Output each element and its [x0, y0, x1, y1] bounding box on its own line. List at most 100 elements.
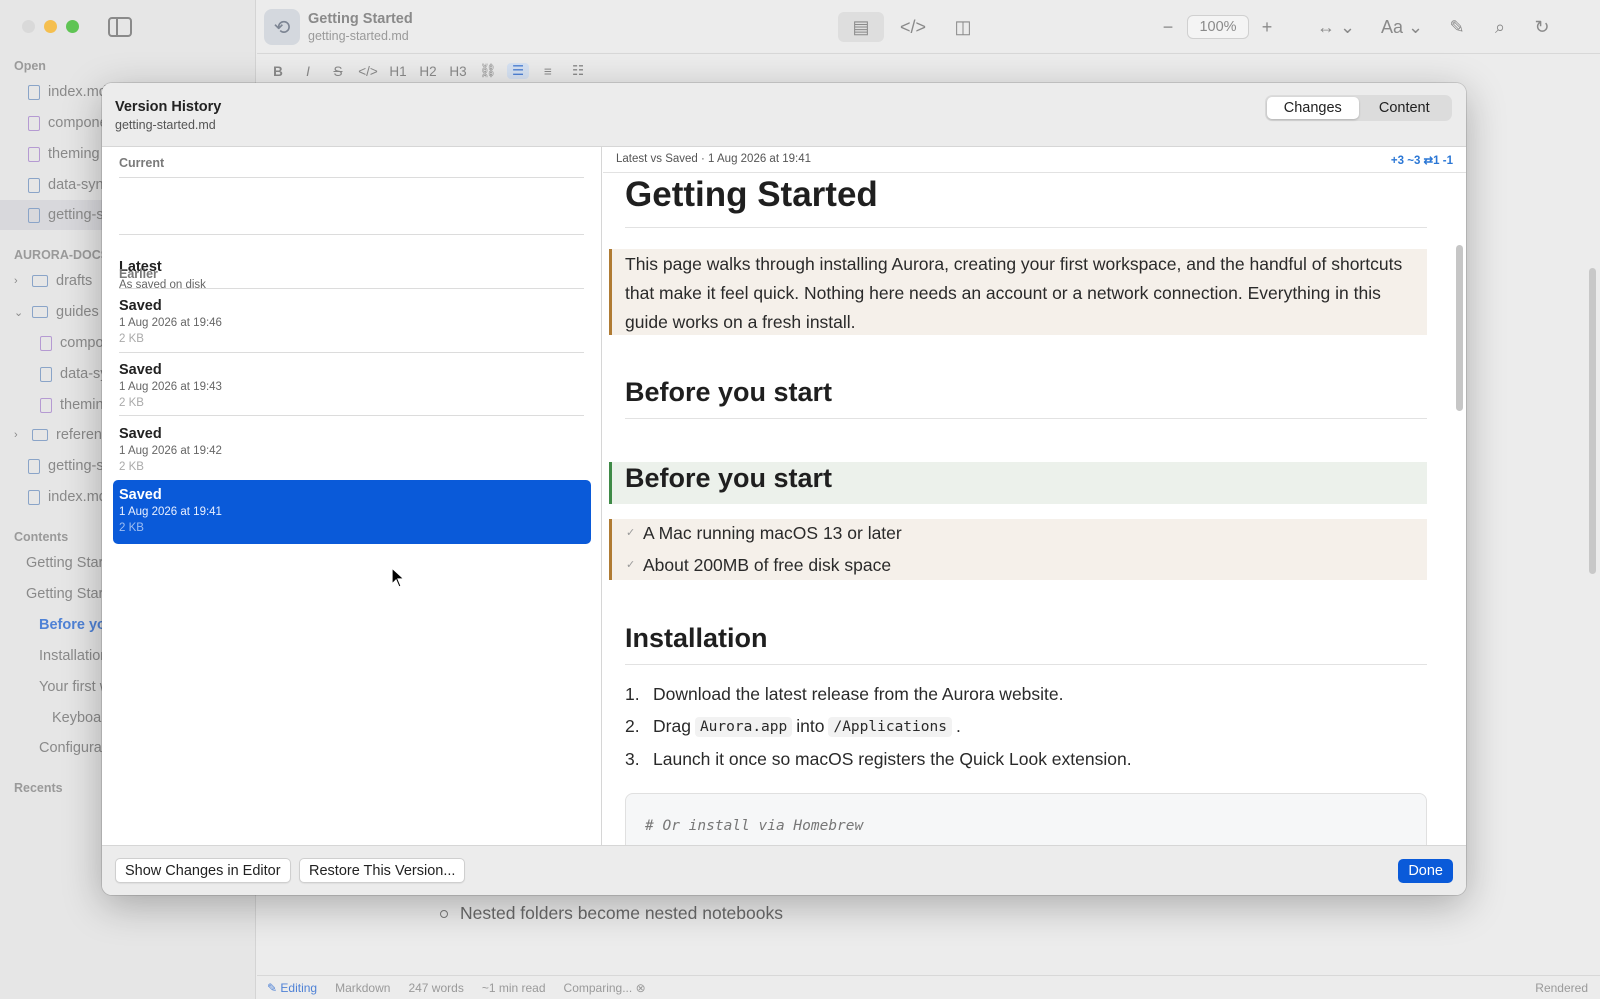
close-circle-icon[interactable]: ⊗ [636, 981, 646, 995]
version-title: Saved [119, 362, 162, 378]
divider [603, 172, 1466, 173]
tab-changes[interactable]: Changes [1267, 97, 1359, 119]
version-item[interactable]: Saved 1 Aug 2026 at 19:46 2 KB [113, 291, 591, 355]
version-title: Saved [119, 426, 162, 442]
heading-h2-removed: Before you start [625, 377, 833, 407]
tree-file-item[interactable]: theming [40, 390, 112, 420]
version-history-sheet: Version History getting-started.md Chang… [102, 83, 1466, 895]
heading-h2: Installation [625, 623, 768, 653]
format-bar: B I S </> H1 H2 H3 ⛓ ☰ ≡ ☷ [257, 56, 1600, 86]
open-file-item[interactable]: theming [28, 139, 100, 169]
refresh-icon[interactable]: ↻ [1530, 12, 1554, 42]
tree-file-item[interactable]: index.md [28, 482, 107, 512]
task-text: About 200MB of free disk space [643, 555, 892, 575]
font-menu-label: Aa [1380, 16, 1403, 37]
diff-comparison-label: Latest vs Saved · 1 Aug 2026 at 19:41 [616, 153, 812, 165]
document-title: Getting Started [308, 11, 413, 27]
folder-item[interactable]: ⌄ guides [14, 297, 99, 327]
contents-label: Contents [14, 530, 69, 544]
toc-item[interactable]: Installation [39, 648, 108, 664]
version-size: 2 KB [119, 461, 144, 473]
strikethrough-button[interactable]: S [327, 64, 349, 79]
sheet-title: Version History [115, 99, 222, 115]
restore-version-button[interactable]: Restore This Version... [299, 858, 466, 883]
code-comment: # Or install via Homebrew [645, 818, 864, 834]
version-title: Saved [119, 487, 162, 503]
split-view-icon[interactable]: ◫ [948, 12, 978, 42]
component-icon [28, 115, 40, 131]
zoom-in-icon[interactable]: + [1257, 12, 1277, 42]
task-item: ✓ About 200MB of free disk space [626, 555, 891, 576]
history-icon[interactable]: ⟲ [264, 9, 300, 45]
bullet-list-icon[interactable]: ☰ [507, 63, 529, 79]
component-icon [28, 146, 40, 162]
comparing-label: Comparing... [563, 980, 633, 995]
version-item[interactable]: Saved 1 Aug 2026 at 19:43 2 KB [113, 355, 591, 419]
open-file-item[interactable]: index.md [28, 77, 107, 107]
edit-icon[interactable]: ✎ [1444, 12, 1470, 42]
file-name: index.md [48, 84, 107, 100]
open-file-item[interactable]: data-sync [28, 170, 111, 200]
editor-scrollbar[interactable] [1589, 268, 1596, 574]
link-icon[interactable]: ⛓ [477, 63, 499, 79]
version-title: Saved [119, 298, 162, 314]
status-bar: ✎ Editing Markdown 247 words ~1 min read… [257, 975, 1600, 999]
folder-item[interactable]: › drafts [14, 266, 92, 296]
italic-button[interactable]: I [297, 64, 319, 79]
tab-content[interactable]: Content [1359, 97, 1451, 119]
version-date: 1 Aug 2026 at 19:46 [119, 317, 222, 329]
numbered-list-icon[interactable]: ≡ [537, 64, 559, 79]
step-text: Launch it once so macOS registers the Qu… [653, 749, 1132, 769]
diff-scrollbar[interactable] [1456, 245, 1463, 411]
h1-button[interactable]: H1 [387, 64, 409, 79]
done-button[interactable]: Done [1398, 859, 1453, 883]
mouse-cursor-icon [391, 567, 406, 588]
close-window-button[interactable] [22, 20, 35, 33]
diff-block-modified: This page walks through installing Auror… [609, 249, 1427, 335]
divider [119, 415, 584, 416]
code-block: # Or install via Homebrew [625, 793, 1427, 845]
inline-code: /Applications [828, 716, 952, 737]
view-status: Rendered [1535, 980, 1588, 995]
bold-button[interactable]: B [267, 64, 289, 79]
editing-label: Editing [280, 980, 318, 995]
task-list-icon[interactable]: ☷ [567, 63, 589, 79]
diff-stats: +3 ~3 ⇄1 -1 [1390, 155, 1453, 167]
zoom-level[interactable]: 100% [1187, 15, 1249, 39]
heading-h1: Getting Started [625, 175, 878, 214]
code-button[interactable]: </> [357, 64, 379, 79]
maximize-window-button[interactable] [66, 20, 79, 33]
sheet-header: Version History getting-started.md Chang… [102, 83, 1466, 147]
version-date: 1 Aug 2026 at 19:43 [119, 381, 222, 393]
source-mode-icon[interactable]: </> [898, 12, 928, 42]
preview-mode-icon[interactable]: ▤ [838, 12, 884, 42]
show-changes-button[interactable]: Show Changes in Editor [115, 858, 291, 883]
numbered-item: 2. Drag Aurora.app into/Applications. [625, 716, 961, 737]
divider [119, 177, 584, 178]
search-icon[interactable]: ⌕ [1488, 12, 1512, 42]
h2-button[interactable]: H2 [417, 64, 439, 79]
editing-status[interactable]: ✎ Editing [267, 981, 317, 995]
folder-name: drafts [56, 273, 93, 289]
checkbox-icon[interactable]: ✓ [626, 560, 637, 571]
diff-block-modified: ✓ A Mac running macOS 13 or later ✓ About … [609, 519, 1427, 580]
file-name: index.md [48, 489, 107, 505]
document-icon [28, 84, 40, 100]
window-controls [22, 20, 79, 33]
zoom-out-icon[interactable]: − [1158, 12, 1178, 42]
font-menu[interactable]: Aa ⌄ [1380, 12, 1424, 42]
open-section-label: Open [14, 59, 46, 73]
version-item-selected[interactable]: Saved 1 Aug 2026 at 19:41 2 KB [113, 480, 591, 544]
component-icon [40, 397, 52, 413]
checkbox-icon[interactable]: ✓ [626, 528, 637, 539]
h3-button[interactable]: H3 [447, 64, 469, 79]
sidebar-toggle-icon[interactable] [108, 17, 132, 37]
width-menu-icon[interactable]: ↔ ⌄ [1316, 12, 1356, 42]
version-size: 2 KB [119, 333, 144, 345]
component-icon [40, 335, 52, 351]
chevron-down-icon: ⌄ [14, 306, 24, 319]
version-item[interactable]: Saved 1 Aug 2026 at 19:42 2 KB [113, 419, 591, 483]
view-segmented-control: Changes Content [1265, 95, 1452, 121]
task-text: A Mac running macOS 13 or later [643, 523, 902, 543]
minimize-window-button[interactable] [44, 20, 57, 33]
